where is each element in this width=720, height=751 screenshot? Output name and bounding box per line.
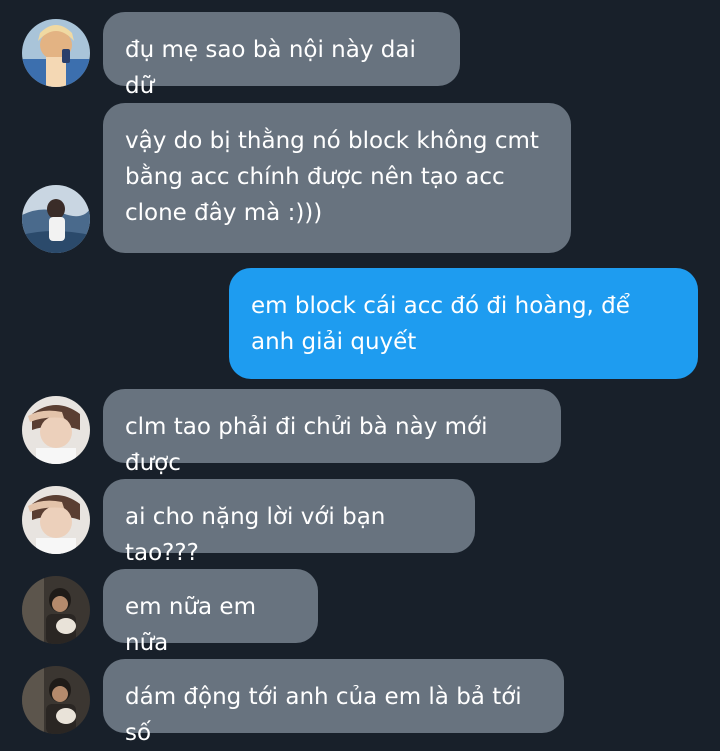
avatar-image — [22, 185, 90, 253]
message-text: ai cho nặng lời với bạn tao??? — [125, 504, 393, 566]
avatar[interactable] — [22, 576, 90, 644]
message-bubble[interactable]: ai cho nặng lời với bạn tao??? — [103, 479, 475, 566]
message-text: em block cái acc đó đi hoàng, để anh giả… — [251, 293, 638, 355]
avatar-image — [22, 19, 90, 87]
avatar-image — [22, 576, 90, 644]
message-text: đụ mẹ sao bà nội này dai dữ — [125, 37, 424, 99]
avatar-image — [22, 396, 90, 464]
message-text: em nữa em nữa — [125, 594, 264, 656]
avatar-image — [22, 666, 90, 734]
message-bubble[interactable]: đụ mẹ sao bà nội này dai dữ — [103, 12, 460, 99]
avatar[interactable] — [22, 396, 90, 464]
message-bubble[interactable]: clm tao phải đi chửi bà này mới được — [103, 389, 561, 476]
message-text: vậy do bị thằng nó block không cmt bằng … — [125, 128, 547, 226]
avatar[interactable] — [22, 666, 90, 734]
message-text: dám động tới anh của em là bả tới số — [125, 684, 530, 746]
message-bubble[interactable]: em nữa em nữa — [103, 569, 318, 656]
avatar[interactable] — [22, 185, 90, 253]
message-bubble[interactable]: dám động tới anh của em là bả tới số — [103, 659, 564, 746]
message-bubble[interactable]: vậy do bị thằng nó block không cmt bằng … — [103, 103, 571, 253]
message-text: clm tao phải đi chửi bà này mới được — [125, 414, 495, 476]
avatar-image — [22, 486, 90, 554]
message-bubble-outgoing[interactable]: em block cái acc đó đi hoàng, để anh giả… — [229, 268, 698, 379]
avatar[interactable] — [22, 19, 90, 87]
chat-thread: đụ mẹ sao bà nội này dai dữ vậy do bị th… — [0, 0, 720, 746]
avatar[interactable] — [22, 486, 90, 554]
